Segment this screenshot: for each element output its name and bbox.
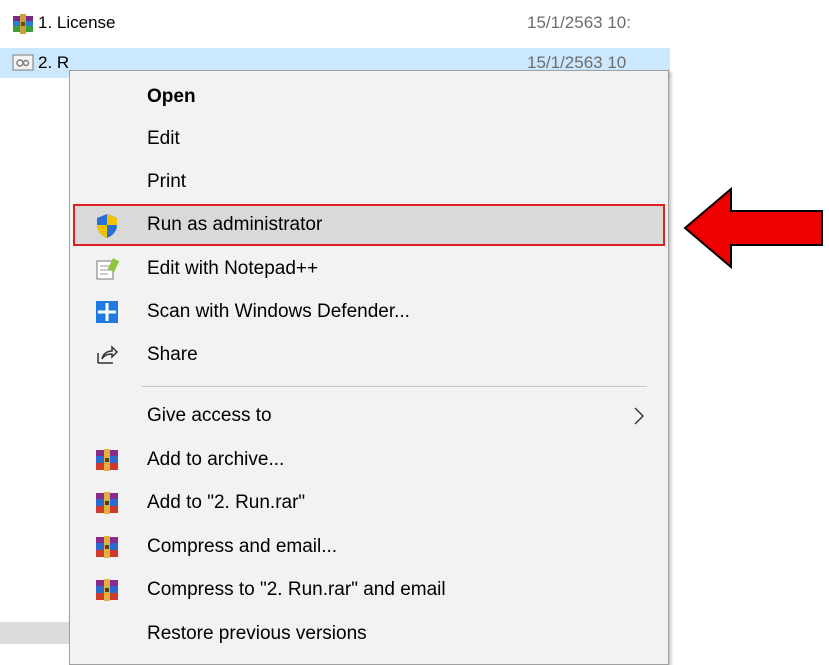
menu-item-edit-with-notepad[interactable]: Edit with Notepad++ xyxy=(73,248,665,290)
windows-defender-icon xyxy=(95,300,119,324)
menu-item-restore-previous-versions[interactable]: Restore previous versions xyxy=(73,613,665,655)
batch-file-icon xyxy=(12,53,34,73)
menu-item-add-to-run-rar[interactable]: Add to "2. Run.rar" xyxy=(73,482,665,524)
menu-item-label: Add to "2. Run.rar" xyxy=(147,492,306,513)
menu-item-label: Give access to xyxy=(147,405,272,426)
menu-item-label: Add to archive... xyxy=(147,449,285,470)
menu-item-scan-with-defender[interactable]: Scan with Windows Defender... xyxy=(73,291,665,333)
menu-item-label: Print xyxy=(147,171,187,192)
winrar-icon xyxy=(95,535,119,559)
scrollbar-fragment xyxy=(0,622,80,644)
menu-item-label: Restore previous versions xyxy=(147,623,367,644)
menu-item-label: Open xyxy=(147,86,196,107)
file-date: 15/1/2563 10: xyxy=(527,13,631,32)
menu-item-run-as-administrator[interactable]: Run as administrator xyxy=(73,204,665,246)
menu-item-label: Compress and email... xyxy=(147,536,338,557)
file-row-license[interactable]: 1. License 15/1/2563 10: xyxy=(0,8,670,38)
file-name: 1. License xyxy=(38,13,116,32)
menu-item-add-to-archive[interactable]: Add to archive... xyxy=(73,439,665,481)
menu-item-label: Scan with Windows Defender... xyxy=(147,301,410,322)
menu-item-compress-and-email[interactable]: Compress and email... xyxy=(73,526,665,568)
menu-item-print[interactable]: Print xyxy=(73,161,665,203)
menu-item-share[interactable]: Share xyxy=(73,334,665,376)
red-arrow-annotation xyxy=(683,187,823,269)
notepad-plus-plus-icon xyxy=(95,257,120,281)
menu-separator xyxy=(142,386,647,387)
menu-item-label: Share xyxy=(147,344,198,365)
menu-item-label: Edit with Notepad++ xyxy=(147,258,319,279)
menu-item-give-access-to[interactable]: Give access to xyxy=(73,395,665,437)
menu-item-label: Run as administrator xyxy=(147,214,323,235)
menu-item-edit[interactable]: Edit xyxy=(73,118,665,160)
menu-item-label: Edit xyxy=(147,128,180,149)
menu-item-open[interactable]: Open xyxy=(73,76,665,118)
context-menu: Open Edit Print Run as administrator Edi… xyxy=(69,70,669,665)
winrar-icon xyxy=(95,491,119,515)
menu-item-label: Compress to "2. Run.rar" and email xyxy=(147,579,446,600)
winrar-archive-icon xyxy=(12,13,33,34)
share-icon xyxy=(95,343,119,367)
winrar-icon xyxy=(95,448,119,472)
chevron-right-icon xyxy=(633,404,645,428)
winrar-icon xyxy=(95,578,119,602)
menu-item-compress-to-run-rar-and-email[interactable]: Compress to "2. Run.rar" and email xyxy=(73,569,665,611)
uac-shield-icon xyxy=(95,213,119,238)
